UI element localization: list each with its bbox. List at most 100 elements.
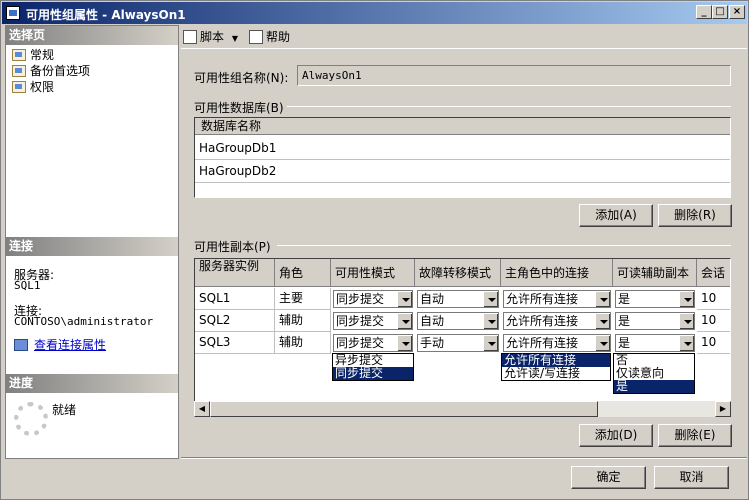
server-value: SQL1: [14, 279, 41, 292]
dropdown-option-selected[interactable]: 同步提交: [333, 367, 413, 380]
readable-secondary-combo[interactable]: 是: [615, 334, 695, 352]
add-database-button[interactable]: 添加(A): [579, 204, 653, 227]
col-header-primary-connections[interactable]: 主角色中的连接: [501, 259, 613, 287]
combo-value: 同步提交: [336, 314, 385, 328]
chevron-down-icon[interactable]: [397, 313, 412, 329]
combo-value: 是: [618, 314, 631, 328]
ag-name-label: 可用性组名称(N):: [194, 71, 289, 85]
chevron-down-icon[interactable]: [595, 313, 610, 329]
help-icon: [249, 30, 263, 44]
availability-mode-combo[interactable]: 同步提交: [333, 312, 413, 330]
page-item-label: 常规: [30, 48, 55, 62]
replicas-grid[interactable]: 服务器实例 角色 可用性模式 故障转移模式 主角色中的连接 可读辅助副本 会话超…: [194, 258, 731, 417]
replica-role-cell: 辅助: [275, 332, 331, 354]
page-item-general[interactable]: 常规: [12, 47, 54, 63]
page-item-backup-preferences[interactable]: 备份首选项: [12, 63, 90, 79]
maximize-button[interactable]: □: [712, 5, 728, 19]
failover-mode-combo[interactable]: 手动: [417, 334, 499, 352]
session-timeout-cell[interactable]: 10: [697, 288, 730, 310]
add-replica-button[interactable]: 添加(D): [579, 424, 653, 447]
combo-value: 允许所有连接: [506, 336, 579, 350]
availability-mode-combo[interactable]: 同步提交: [333, 334, 413, 352]
replicas-horizontal-scrollbar[interactable]: ◀ ▶: [194, 401, 731, 417]
failover-mode-combo[interactable]: 自动: [417, 290, 499, 308]
table-row[interactable]: HaGroupDb2: [195, 160, 730, 183]
dropdown-option[interactable]: 允许读/写连接: [502, 367, 610, 380]
replica-server-cell[interactable]: SQL3: [195, 332, 275, 354]
title-bar[interactable]: 可用性组属性 - AlwaysOn1 _ □ ×: [2, 2, 747, 24]
script-button[interactable]: 脚本 ▼: [183, 29, 238, 45]
page-item-permissions[interactable]: 权限: [12, 79, 54, 95]
col-header-session-timeout[interactable]: 会话超: [697, 259, 730, 287]
chevron-down-icon[interactable]: [397, 291, 412, 307]
ag-name-field[interactable]: AlwaysOn1: [297, 65, 731, 86]
scroll-right-icon[interactable]: ▶: [715, 401, 731, 417]
databases-grid[interactable]: 数据库名称 HaGroupDb1 HaGroupDb2: [194, 117, 731, 198]
availability-mode-dropdown[interactable]: 异步提交 同步提交: [332, 353, 414, 381]
replica-server-cell[interactable]: SQL1: [195, 288, 275, 310]
remove-database-button[interactable]: 删除(R): [658, 204, 732, 227]
primary-connections-combo[interactable]: 允许所有连接: [503, 334, 611, 352]
script-icon: [183, 30, 197, 44]
table-row[interactable]: HaGroupDb1: [195, 137, 730, 160]
cancel-button[interactable]: 取消: [654, 466, 729, 489]
chevron-down-icon[interactable]: [679, 313, 694, 329]
chevron-down-icon[interactable]: [483, 335, 498, 351]
ok-button[interactable]: 确定: [571, 466, 646, 489]
chevron-down-icon[interactable]: [679, 335, 694, 351]
chevron-down-icon[interactable]: [595, 335, 610, 351]
property-page-icon: [12, 49, 26, 61]
replicas-divider: [277, 245, 731, 246]
replica-server-cell[interactable]: SQL2: [195, 310, 275, 332]
primary-connections-dropdown[interactable]: 允许所有连接 允许读/写连接: [501, 353, 611, 381]
select-page-header: 选择页: [6, 26, 178, 45]
chevron-down-icon[interactable]: [483, 313, 498, 329]
help-label: 帮助: [266, 30, 291, 44]
progress-status: 就绪: [52, 403, 77, 417]
minimize-button[interactable]: _: [696, 5, 712, 19]
remove-replica-button[interactable]: 删除(E): [658, 424, 732, 447]
script-label: 脚本: [200, 30, 225, 44]
combo-value: 允许所有连接: [506, 314, 579, 328]
close-button[interactable]: ×: [729, 5, 745, 19]
availability-mode-combo[interactable]: 同步提交: [333, 290, 413, 308]
combo-value: 允许所有连接: [506, 292, 579, 306]
chevron-down-icon[interactable]: [397, 335, 412, 351]
combo-value: 同步提交: [336, 336, 385, 350]
view-connection-properties-link[interactable]: 查看连接属性: [14, 336, 106, 353]
left-panel: 选择页 常规 备份首选项 权限 连接 服务器: SQL1 连接: CONTOSO…: [5, 25, 179, 459]
col-header-readable-secondary[interactable]: 可读辅助副本: [613, 259, 697, 287]
combo-value: 自动: [420, 314, 445, 328]
progress-spinner-icon: [14, 402, 48, 436]
page-item-label: 备份首选项: [30, 64, 91, 78]
readable-secondary-dropdown[interactable]: 否 仅读意向 是: [613, 353, 695, 394]
primary-connections-combo[interactable]: 允许所有连接: [503, 312, 611, 330]
col-header-role[interactable]: 角色: [275, 259, 331, 287]
readable-secondary-combo[interactable]: 是: [615, 290, 695, 308]
databases-divider: [287, 106, 731, 107]
col-header-availability-mode[interactable]: 可用性模式: [331, 259, 415, 287]
replica-role-cell: 辅助: [275, 310, 331, 332]
window-title: 可用性组属性 - AlwaysOn1: [26, 8, 186, 22]
readable-secondary-combo[interactable]: 是: [615, 312, 695, 330]
dropdown-option-selected[interactable]: 是: [614, 380, 694, 393]
chevron-down-icon[interactable]: [595, 291, 610, 307]
primary-connections-combo[interactable]: 允许所有连接: [503, 290, 611, 308]
combo-value: 手动: [420, 336, 445, 350]
combo-value: 是: [618, 292, 631, 306]
scrollbar-thumb[interactable]: [210, 401, 598, 417]
col-header-server-instance[interactable]: 服务器实例: [195, 259, 275, 287]
db-column-header[interactable]: 数据库名称: [195, 118, 730, 135]
chevron-down-icon[interactable]: [679, 291, 694, 307]
session-timeout-cell[interactable]: 10: [697, 310, 730, 332]
scroll-left-icon[interactable]: ◀: [194, 401, 210, 417]
help-button[interactable]: 帮助: [249, 29, 290, 45]
dialog-window: 可用性组属性 - AlwaysOn1 _ □ × 选择页 常规 备份首选项 权限…: [0, 0, 749, 500]
chevron-down-icon[interactable]: [483, 291, 498, 307]
session-timeout-cell[interactable]: 10: [697, 332, 730, 354]
databases-section-label: 可用性数据库(B): [194, 101, 284, 115]
col-header-failover-mode[interactable]: 故障转移模式: [415, 259, 501, 287]
page-item-label: 权限: [30, 80, 55, 94]
failover-mode-combo[interactable]: 自动: [417, 312, 499, 330]
toolbar: 脚本 ▼ 帮助: [181, 25, 747, 49]
